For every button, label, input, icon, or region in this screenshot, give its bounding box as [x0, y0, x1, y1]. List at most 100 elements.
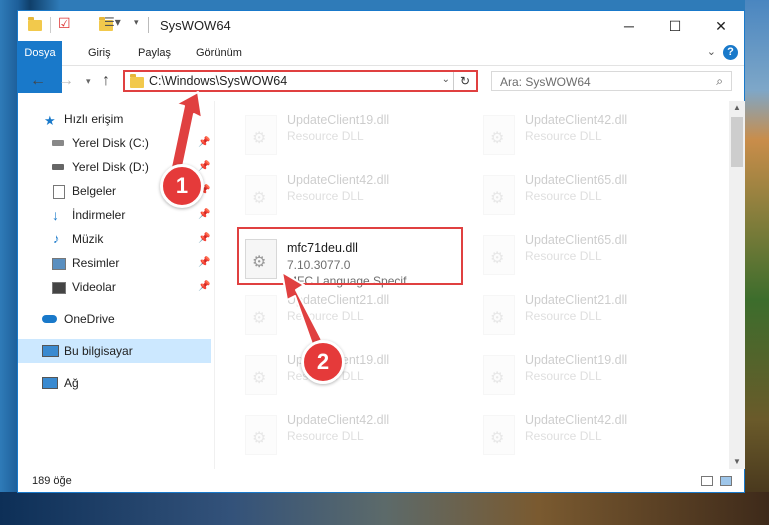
- dll-file-icon: [245, 175, 277, 215]
- scrollbar-thumb[interactable]: [731, 117, 743, 167]
- quick-access-menu-icon[interactable]: ☰▾: [104, 15, 121, 31]
- file-item[interactable]: UpdateClient19.dll Resource DLL: [477, 351, 709, 403]
- navigation-bar: ← → ▾ ↑ C:\Windows\SysWOW64 ⌄ ↻ Ara: Sys…: [18, 66, 744, 98]
- sidebar-item-label: Videolar: [72, 280, 116, 294]
- sidebar-item-quick-access[interactable]: ★ Hızlı erişim: [18, 107, 211, 131]
- step-badge-1: 1: [160, 164, 204, 208]
- minimize-button[interactable]: ─: [606, 11, 652, 41]
- search-icon: ⌕: [716, 74, 723, 88]
- recent-locations-icon[interactable]: ▾: [86, 76, 91, 87]
- file-item[interactable]: UpdateClient19.dll Resource DLL: [239, 111, 471, 163]
- file-name: UpdateClient42.dll: [287, 173, 390, 187]
- sidebar-item-label: Hızlı erişim: [64, 112, 124, 126]
- tab-view[interactable]: Görünüm: [190, 41, 248, 65]
- item-count: 189 öğe: [32, 475, 72, 487]
- refresh-icon[interactable]: ↻: [453, 72, 476, 90]
- sidebar-item-label: Bu bilgisayar: [64, 344, 133, 358]
- maximize-button[interactable]: ☐: [652, 11, 698, 41]
- up-arrow-icon[interactable]: ↑: [102, 72, 110, 90]
- file-type: Resource DLL: [525, 369, 602, 383]
- file-type: Resource DLL: [287, 129, 364, 143]
- file-type: Resource DLL: [287, 189, 364, 203]
- vertical-scrollbar[interactable]: ▲ ▼: [729, 101, 745, 469]
- status-bar: 189 öğe: [18, 471, 744, 493]
- folder-icon: [28, 17, 42, 31]
- file-type: Resource DLL: [287, 429, 364, 443]
- pin-icon[interactable]: 📌: [198, 203, 210, 227]
- chevron-down-icon[interactable]: ⌄: [442, 74, 450, 85]
- sidebar-item-label: Belgeler: [72, 184, 117, 198]
- address-bar[interactable]: C:\Windows\SysWOW64 ⌄ ↻: [123, 70, 478, 92]
- folder-icon: [130, 74, 144, 88]
- dll-file-icon: [483, 355, 515, 395]
- sidebar-item-label: Ağ: [64, 376, 79, 390]
- network-icon: [42, 377, 58, 389]
- close-button[interactable]: ✕: [698, 11, 744, 41]
- window-title: SysWOW64: [160, 18, 231, 33]
- sidebar-item-videos[interactable]: Videolar 📌: [18, 275, 211, 299]
- file-name: UpdateClient65.dll: [525, 173, 628, 187]
- sidebar-item-music[interactable]: ♪ Müzik 📌: [18, 227, 211, 251]
- computer-icon: [42, 345, 59, 357]
- address-path: C:\Windows\SysWOW64: [149, 74, 288, 88]
- file-item[interactable]: UpdateClient65.dll Resource DLL: [477, 171, 709, 223]
- navigation-pane: ★ Hızlı erişim Yerel Disk (C:) 📌 Yerel D…: [18, 101, 211, 471]
- file-item[interactable]: UpdateClient42.dll Resource DLL: [239, 171, 471, 223]
- sidebar-item-network[interactable]: Ağ: [18, 371, 211, 395]
- expand-ribbon-icon[interactable]: ⌄: [707, 45, 716, 58]
- dll-file-icon: [245, 415, 277, 455]
- sidebar-item-local-disk-c[interactable]: Yerel Disk (C:) 📌: [18, 131, 211, 155]
- file-list: UpdateClient19.dll Resource DLL UpdateCl…: [215, 101, 729, 469]
- file-item[interactable]: UpdateClient65.dll Resource DLL: [477, 231, 709, 283]
- file-item[interactable]: UpdateClient42.dll Resource DLL: [477, 111, 709, 163]
- tab-share[interactable]: Paylaş: [132, 41, 177, 65]
- file-type: Resource DLL: [525, 249, 602, 263]
- file-item[interactable]: UpdateClient42.dll Resource DLL: [239, 411, 471, 463]
- file-item[interactable]: UpdateClient19.dll Resource DLL: [239, 351, 471, 403]
- desktop-background-right: [745, 0, 769, 525]
- separator: [50, 17, 51, 33]
- pin-icon[interactable]: 📌: [198, 275, 210, 299]
- pictures-icon: [52, 258, 66, 270]
- back-arrow-icon[interactable]: ←: [30, 72, 46, 90]
- star-icon: ★: [44, 113, 56, 128]
- pin-icon[interactable]: 📌: [198, 227, 210, 251]
- sidebar-item-onedrive[interactable]: OneDrive: [18, 307, 211, 331]
- videos-icon: [52, 282, 66, 294]
- file-name: UpdateClient19.dll: [287, 113, 390, 127]
- properties-icon[interactable]: ☑: [58, 15, 71, 31]
- music-icon: ♪: [53, 231, 60, 246]
- customize-toolbar-icon[interactable]: ▾: [134, 17, 139, 33]
- details-view-icon[interactable]: [701, 476, 713, 486]
- pin-icon[interactable]: 📌: [198, 251, 210, 275]
- dll-file-icon: [483, 295, 515, 335]
- file-name: UpdateClient42.dll: [287, 413, 390, 427]
- step-badge-2: 2: [301, 340, 345, 384]
- title-separator: [148, 17, 149, 33]
- file-name: UpdateClient21.dll: [287, 293, 390, 307]
- tab-home[interactable]: Giriş: [82, 41, 117, 65]
- dll-file-icon: [245, 295, 277, 335]
- highlight-box: [237, 227, 463, 285]
- forward-arrow-icon[interactable]: →: [58, 72, 74, 90]
- pin-icon[interactable]: 📌: [198, 131, 210, 155]
- file-name: UpdateClient42.dll: [525, 413, 628, 427]
- file-type: Resource DLL: [525, 309, 602, 323]
- file-item[interactable]: UpdateClient42.dll Resource DLL: [477, 411, 709, 463]
- file-item[interactable]: UpdateClient21.dll Resource DLL: [477, 291, 709, 343]
- help-icon[interactable]: ?: [723, 45, 738, 60]
- sidebar-item-pictures[interactable]: Resimler 📌: [18, 251, 211, 275]
- sidebar-item-this-pc[interactable]: Bu bilgisayar: [18, 339, 211, 363]
- search-input[interactable]: Ara: SysWOW64 ⌕: [491, 71, 732, 91]
- dll-file-icon: [245, 355, 277, 395]
- sidebar-item-label: İndirmeler: [72, 208, 126, 222]
- file-item[interactable]: UpdateClient21.dll Resource DLL: [239, 291, 471, 343]
- file-name: UpdateClient19.dll: [525, 353, 628, 367]
- file-type: Resource DLL: [525, 189, 602, 203]
- drive-icon: [52, 164, 64, 170]
- large-icons-view-icon[interactable]: [720, 476, 732, 486]
- file-name: UpdateClient21.dll: [525, 293, 628, 307]
- dll-file-icon: [483, 175, 515, 215]
- scroll-down-icon[interactable]: ▼: [729, 455, 745, 469]
- scroll-up-icon[interactable]: ▲: [729, 101, 745, 115]
